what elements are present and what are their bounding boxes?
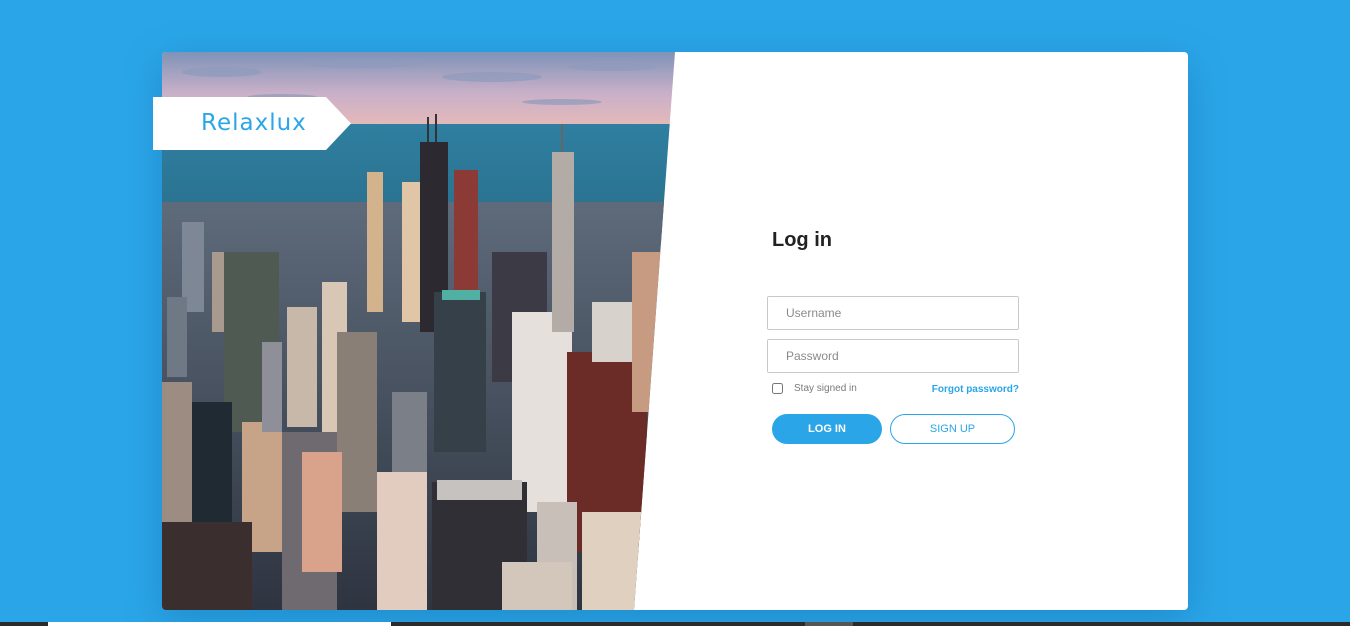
- login-form: Log in Stay signed in Forgot password? L…: [767, 52, 1027, 610]
- login-button[interactable]: LOG IN: [772, 414, 882, 444]
- stay-signed-in-label[interactable]: Stay signed in: [794, 383, 857, 394]
- brand-logo-flag: Relaxlux: [153, 97, 351, 150]
- brand-logo[interactable]: Relaxlux: [201, 109, 307, 137]
- stay-signed-in-row: Stay signed in: [772, 383, 857, 394]
- taskbar-segment: [805, 622, 853, 626]
- username-input[interactable]: [767, 296, 1019, 330]
- page: Log in Stay signed in Forgot password? L…: [0, 0, 1350, 626]
- forgot-password-link[interactable]: Forgot password?: [932, 384, 1019, 395]
- login-title: Log in: [772, 229, 832, 251]
- taskbar: [0, 622, 1350, 626]
- taskbar-active-segment: [48, 622, 391, 626]
- stay-signed-in-checkbox[interactable]: [772, 383, 783, 394]
- signup-button[interactable]: SIGN UP: [890, 414, 1015, 444]
- password-input[interactable]: [767, 339, 1019, 373]
